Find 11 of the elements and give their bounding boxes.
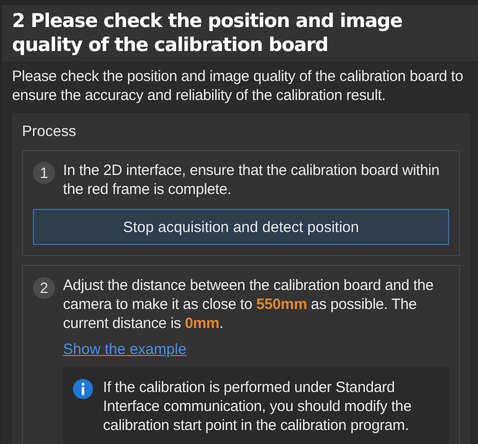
step-number: 2: [33, 277, 55, 299]
step-text: Adjust the distance between the calibration board and the camera to make it as close to 550mm as possible. The current distance is 0mm.: [63, 276, 435, 333]
step-number: 1: [33, 162, 55, 184]
process-title: Process: [22, 123, 78, 140]
info-icon: [73, 379, 93, 399]
detect-position-button[interactable]: Stop acquisition and detect position: [33, 209, 449, 245]
step-text: In the 2D interface, ensure that the calibration board within the red frame is complete.: [63, 161, 440, 199]
note-text: If the calibration is performed under Standard Interface communication, you should modify the calibration start point in the calibration program.: [103, 378, 412, 435]
section-title: 2 Please check the position and image quality of the calibration board: [2, 5, 478, 61]
description-text: Please check the position and image quality of the calibration board to ensure the accuracy and reliability of the calibration result.: [11, 67, 464, 106]
example-link[interactable]: Show the example: [63, 341, 186, 358]
